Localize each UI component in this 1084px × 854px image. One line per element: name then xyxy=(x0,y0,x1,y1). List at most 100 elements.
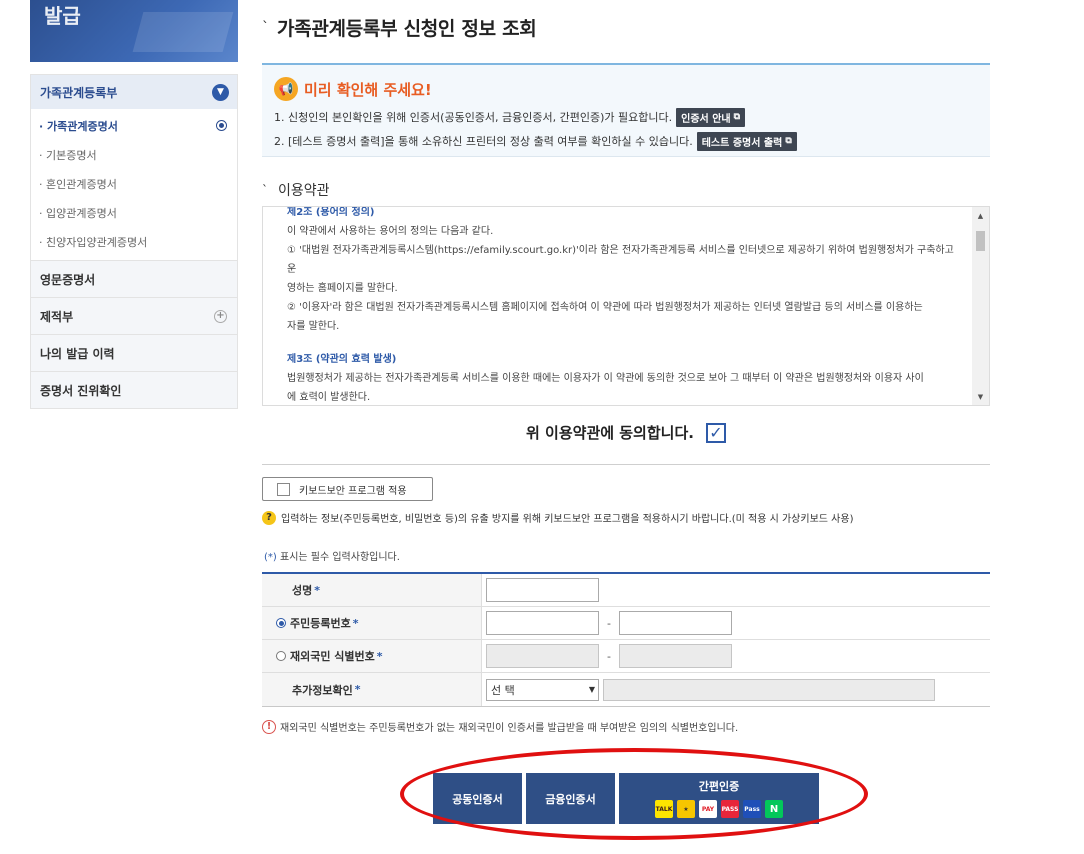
terms-line: 자를 말한다. xyxy=(287,321,340,332)
chevron-down-icon[interactable]: ▼ xyxy=(212,83,229,101)
question-icon: ? xyxy=(262,510,276,525)
joint-cert-button[interactable]: 공동인증서 xyxy=(433,773,522,824)
sidebar-item-verify[interactable]: 증명서 진위확인 xyxy=(31,371,237,408)
label-text: 주민등록번호 xyxy=(290,617,351,630)
form-row-name: 성명 * xyxy=(262,574,990,607)
dash: - xyxy=(607,616,611,630)
extra-cell: 선 택 ▼ xyxy=(482,673,990,706)
required-note-text: 표시는 필수 입력사항입니다. xyxy=(276,552,400,563)
agree-checkbox[interactable]: ✓ xyxy=(705,422,726,443)
terms-clause-title: 제3조 (약관의 효력 발생) xyxy=(287,354,397,365)
button-label: 금융인증서 xyxy=(545,792,596,806)
subitem-label: · 입양관계증명서 xyxy=(39,206,117,220)
notice-header: 📢 미리 확인해 주세요! xyxy=(274,77,978,101)
label-text: 성명 xyxy=(292,584,313,597)
sidebar-subitem-basic-cert[interactable]: · 기본증명서 xyxy=(31,140,237,169)
required-star: * xyxy=(352,616,359,630)
simple-cert-button[interactable]: 간편인증 TALK ★ PAY PASS Pass N xyxy=(619,773,819,824)
sidebar-banner: 발급 xyxy=(30,0,238,62)
sidebar-item-label: 가족관계등록부 xyxy=(40,85,118,100)
cert-buttons: 공동인증서 금융인증서 간편인증 TALK ★ PAY PASS Pass N xyxy=(433,773,823,824)
notice-line-1: 1. 신청인의 본인확인을 위해 인증서(공동인증서, 금융인증서, 간편인증)… xyxy=(274,107,978,127)
agree-label: 위 이용약관에 동의합니다. xyxy=(526,424,694,442)
notice-box: 📢 미리 확인해 주세요! 1. 신청인의 본인확인을 위해 인증서(공동인증서… xyxy=(262,63,990,157)
terms-line: 법원행정처가 제공하는 전자가족관계등록 서비스를 이용한 때에는 이용자가 이… xyxy=(287,373,924,384)
warning-icon: ! xyxy=(262,719,276,734)
sidebar-subitem-marriage-cert[interactable]: · 혼인관계증명서 xyxy=(31,169,237,198)
foreign-front-input[interactable] xyxy=(486,644,599,668)
form-row-foreign: 재외국민 식별번호 * - xyxy=(262,640,990,673)
applicant-form: 성명 * 주민등록번호 * - 재외국민 식별번호 * - 추가정보확인 * 선… xyxy=(262,572,990,707)
sidebar-item-removal-register[interactable]: 제적부 + xyxy=(31,297,237,334)
cert-guide-button[interactable]: 인증서 안내 ⧉ xyxy=(676,107,746,127)
naver-icon: N xyxy=(765,800,783,818)
external-link-icon: ⧉ xyxy=(733,112,741,122)
pass-app-icon: Pass xyxy=(743,800,761,818)
name-label: 성명 * xyxy=(262,574,482,606)
sidebar-subitem-adoption-cert[interactable]: · 입양관계증명서 xyxy=(31,198,237,227)
label-text: 재외국민 식별번호 xyxy=(290,650,375,663)
title-tick-icon: ˋ xyxy=(262,19,269,36)
terms-gap xyxy=(287,336,959,350)
terms-heading-text: 이용약관 xyxy=(278,183,330,199)
subitem-label: · 혼인관계증명서 xyxy=(39,177,117,191)
keyboard-security-checkbox[interactable] xyxy=(277,482,290,496)
warning-text: 재외국민 식별번호는 주민등록번호가 없는 재외국민이 인증서를 발급받을 때 … xyxy=(280,723,739,734)
rrn-back-input[interactable] xyxy=(618,611,732,635)
terms-scrollbar[interactable]: ▲ ▼ xyxy=(972,207,989,405)
terms-line: ① '대법원 전자가족관계등록시스템(https://efamily.scour… xyxy=(287,245,954,275)
sidebar-item-history[interactable]: 나의 발급 이력 xyxy=(31,334,237,371)
scroll-up-icon[interactable]: ▲ xyxy=(972,207,989,224)
rrn-label[interactable]: 주민등록번호 * xyxy=(262,607,482,639)
rrn-radio[interactable] xyxy=(276,618,286,628)
megaphone-icon: 📢 xyxy=(274,77,298,101)
notice-text: 1. 신청인의 본인확인을 위해 인증서(공동인증서, 금융인증서, 간편인증)… xyxy=(274,111,673,124)
sidebar-item-label: 증명서 진위확인 xyxy=(40,383,122,398)
terms-box[interactable]: 제2조 (용어의 정의) 이 약관에서 사용하는 용어의 정의는 다음과 같다.… xyxy=(262,206,990,406)
foreign-back-input[interactable] xyxy=(618,644,732,668)
sidebar-submenu: · 가족관계증명서 · 기본증명서 · 혼인관계증명서 · 입양관계증명서 · … xyxy=(31,109,237,260)
extra-select[interactable]: 선 택 ▼ xyxy=(486,678,599,701)
required-star: (*) xyxy=(264,552,277,563)
page-title: ˋ 가족관계등록부 신청인 정보 조회 xyxy=(262,14,537,41)
button-label: 간편인증 xyxy=(698,780,740,793)
sidebar-subitem-full-adoption-cert[interactable]: · 친양자입양관계증명서 xyxy=(31,227,237,256)
sidebar-item-english-cert[interactable]: 영문증명서 xyxy=(31,260,237,297)
terms-line: 영하는 홈페이지를 말한다. xyxy=(287,283,398,294)
label-text: 추가정보확인 xyxy=(292,683,353,697)
sidebar: 발급 가족관계등록부 ▼ · 가족관계증명서 · 기본증명서 · 혼인관계증명서… xyxy=(30,0,238,409)
form-row-extra: 추가정보확인 * 선 택 ▼ xyxy=(262,673,990,706)
pass-icon: PASS xyxy=(721,800,739,818)
foreign-id-warning: ! 재외국민 식별번호는 주민등록번호가 없는 재외국민이 인증서를 발급받을 … xyxy=(262,719,738,734)
keyboard-info: ? 입력하는 정보(주민등록번호, 비밀번호 등)의 유출 방지를 위해 키보드… xyxy=(262,510,853,525)
rrn-front-input[interactable] xyxy=(486,611,599,635)
sidebar-item-family-register[interactable]: 가족관계등록부 ▼ xyxy=(31,75,237,109)
scroll-thumb[interactable] xyxy=(976,231,985,251)
chip-label: 테스트 증명서 출력 xyxy=(701,137,783,149)
name-input[interactable] xyxy=(486,578,599,602)
sidebar-item-label: 제적부 xyxy=(40,309,74,324)
sidebar-item-label: 영문증명서 xyxy=(40,272,96,287)
plus-icon[interactable]: + xyxy=(214,309,227,323)
terms-line: ② '이용자'라 함은 대법원 전자가족관계등록시스템 홈페이지에 접속하여 이… xyxy=(287,302,923,313)
required-star: * xyxy=(376,649,383,663)
external-link-icon: ⧉ xyxy=(785,136,792,146)
divider xyxy=(262,464,990,465)
foreign-label[interactable]: 재외국민 식별번호 * xyxy=(262,640,482,672)
extra-input[interactable] xyxy=(603,678,935,701)
keyboard-security-button[interactable]: 키보드보안 프로그램 적용 xyxy=(262,477,433,501)
required-note: (*) 표시는 필수 입력사항입니다. xyxy=(264,548,400,563)
select-value: 선 택 xyxy=(491,683,515,697)
sidebar-subitem-family-cert[interactable]: · 가족관계증명서 xyxy=(31,111,237,140)
extra-label: 추가정보확인 * xyxy=(262,673,482,706)
foreign-radio[interactable] xyxy=(276,651,286,661)
simple-cert-icons: TALK ★ PAY PASS Pass N xyxy=(653,800,785,818)
financial-cert-button[interactable]: 금융인증서 xyxy=(526,773,615,824)
test-print-button[interactable]: 테스트 증명서 출력 ⧉ xyxy=(696,131,797,151)
terms-heading: ˋ 이용약관 xyxy=(262,180,330,200)
scroll-down-icon[interactable]: ▼ xyxy=(972,388,989,405)
required-star: * xyxy=(354,683,361,696)
terms-line: 이 약관에서 사용하는 용어의 정의는 다음과 같다. xyxy=(287,226,494,237)
foreign-cell: - xyxy=(482,640,990,672)
chip-label: 인증서 안내 xyxy=(681,113,731,125)
